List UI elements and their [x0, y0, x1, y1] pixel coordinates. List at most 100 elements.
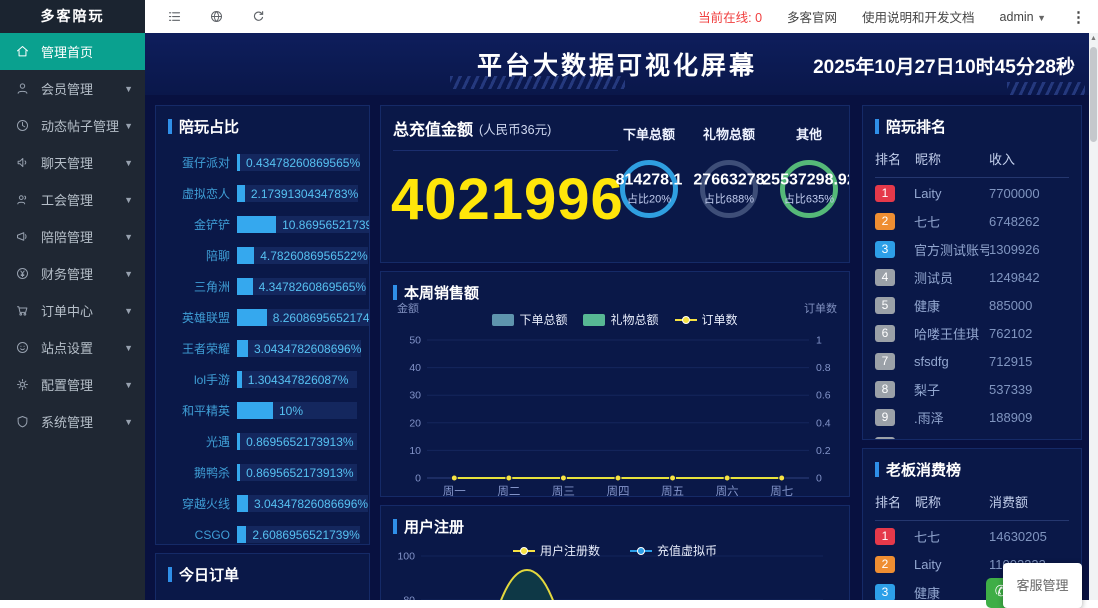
chevron-down-icon: ▼	[124, 194, 133, 205]
rank-name: sfsdfg	[914, 353, 949, 369]
clock-icon	[15, 118, 31, 134]
rank-row: 7 sfsdfg 712915	[875, 348, 1069, 374]
sidebar-item-label: 陪陪管理	[41, 230, 94, 245]
ratio-value: 0.8695652173913%	[246, 465, 354, 480]
rank-name: 健康	[914, 298, 941, 314]
ratio-row: 王者荣耀 3.0434782608696%	[168, 333, 362, 364]
rank-name: Laity	[914, 556, 942, 572]
rank-name: 健康	[914, 585, 941, 601]
svg-text:周四: 周四	[607, 485, 630, 497]
ratio-value: 0.8695652173913%	[246, 434, 354, 449]
title-bar-decor	[393, 285, 397, 300]
ratio-row: CSGO 2.6086956521739%	[168, 519, 360, 544]
ratio-label: 英雄联盟	[181, 311, 230, 325]
link-docs[interactable]: 使用说明和开发文档	[862, 7, 975, 26]
ratio-bar: 3.04347826086696%	[237, 495, 369, 512]
sidebar-item-chat[interactable]: 聊天管理 ▼	[0, 144, 145, 181]
rank-row: 10 adsf159871	[875, 432, 1069, 439]
stat-value: 27663278	[693, 171, 765, 189]
ratio-row: lol手游 1.304347826087%	[168, 364, 357, 395]
rank-value: 1309926	[989, 241, 1040, 257]
ratio-bar: 3.0434782608696%	[237, 340, 362, 357]
money-icon	[15, 266, 31, 282]
legend-item[interactable]: 用户注册数	[512, 542, 600, 559]
sidebar: 多客陪玩 管理首页 会员管理 ▼ 动态帖子管理 ▼ 聊天管理 ▼ 工会管理 ▼ 陪陪管理 ▼ 财务管理…	[0, 0, 145, 600]
ratio-row: 金铲铲 10.8695652173913%	[168, 209, 369, 240]
panel-user-registration: 用户注册 100 80 用户注册数 充值虚拟币	[380, 505, 850, 600]
rank-badge: 8	[875, 380, 895, 398]
boss-col-spend: 消费额	[989, 495, 1029, 510]
legend-item[interactable]: 礼物总额	[583, 311, 659, 328]
rank-row: 6 哈喽王佳琪 762102	[875, 320, 1069, 346]
rank-badge: 9	[875, 408, 895, 426]
ratio-bar: 8.2608695652174%	[237, 309, 369, 326]
left-axis-label: 金额	[397, 303, 419, 315]
sidebar-item-peipei[interactable]: 陪陪管理 ▼	[0, 218, 145, 255]
legend-item[interactable]: 订单数	[674, 311, 738, 328]
ratio-row: 和平精英 10%	[168, 395, 357, 426]
rank-badge: 7	[875, 352, 895, 370]
legend-label: 下单总额	[519, 313, 568, 327]
stat-value: 814278.1	[615, 171, 683, 189]
globe-icon[interactable]	[209, 9, 224, 24]
sidebar-item-home[interactable]: 管理首页	[0, 33, 145, 70]
rank-badge: 2	[875, 212, 895, 230]
online-status: 当前在线: 0	[698, 11, 763, 25]
title-bar-decor	[393, 519, 397, 534]
more-options-icon[interactable]: ⋮	[1071, 8, 1086, 26]
svg-text:周五: 周五	[661, 485, 684, 497]
sidebar-item-site[interactable]: 站点设置 ▼	[0, 329, 145, 366]
ratio-value: 10.8695652173913%	[282, 217, 369, 232]
sidebar-item-system[interactable]: 系统管理 ▼	[0, 403, 145, 440]
sidebar-item-finance[interactable]: 财务管理 ▼	[0, 255, 145, 292]
sidebar-item-guild[interactable]: 工会管理 ▼	[0, 181, 145, 218]
legend-item[interactable]: 充值虚拟币	[630, 542, 717, 559]
rank-row: 1 Laity 7700000	[875, 180, 1069, 206]
rank-col-rank: 排名	[875, 152, 902, 167]
divider	[393, 150, 618, 151]
recharge-subtitle: (人民币36元)	[479, 122, 552, 137]
ratio-value: 2.6086956521739%	[252, 527, 360, 542]
sidebar-item-label: 动态帖子管理	[41, 119, 120, 134]
stat-ratio: 占比635%	[783, 193, 835, 206]
rank-value: 885000	[989, 297, 1033, 313]
recharge-title: 总充值金额	[393, 122, 474, 139]
svg-text:40: 40	[409, 362, 421, 374]
sidebar-item-orders[interactable]: 订单中心 ▼	[0, 292, 145, 329]
svg-text:0.4: 0.4	[816, 417, 831, 429]
svg-text:0.6: 0.6	[816, 390, 831, 402]
chevron-down-icon: ▼	[124, 268, 133, 279]
chevron-down-icon: ▼	[124, 416, 133, 427]
stat-label: 下单总额	[622, 127, 675, 142]
panel-total-recharge: 总充值金额 (人民币36元) 4021996 下单总额 814278.1 占比20%…	[380, 105, 850, 263]
user-menu[interactable]: admin ▼	[1000, 10, 1046, 24]
chevron-down-icon: ▼	[124, 305, 133, 316]
link-official-site[interactable]: 多客官网	[787, 7, 837, 26]
chevron-down-icon: ▼	[124, 379, 133, 390]
sidebar-item-config[interactable]: 配置管理 ▼	[0, 366, 145, 403]
title-bar-decor	[875, 462, 879, 477]
ratio-bar: 2.1739130434783%	[237, 185, 359, 202]
ratio-label: 陪聊	[205, 249, 230, 263]
sidebar-item-posts[interactable]: 动态帖子管理 ▼	[0, 107, 145, 144]
refresh-icon[interactable]	[251, 9, 266, 24]
scrollbar-thumb[interactable]	[1090, 47, 1097, 142]
sidebar-item-members[interactable]: 会员管理 ▼	[0, 70, 145, 107]
gear-icon	[15, 377, 31, 393]
vertical-scrollbar[interactable]: ▲	[1089, 33, 1098, 600]
rank-value: 712915	[989, 353, 1033, 369]
legend-item[interactable]: 下单总额	[492, 311, 567, 328]
customer-service-popup[interactable]: 客服管理	[1003, 563, 1082, 608]
sidebar-item-label: 管理首页	[41, 45, 94, 60]
rank-badge: 1	[875, 527, 895, 545]
rank-col-name: 昵称	[915, 152, 942, 167]
rank-value: 1249842	[989, 269, 1040, 285]
sidebar-item-label: 系统管理	[41, 415, 94, 430]
sidebar-item-label: 工会管理	[41, 193, 94, 208]
collapse-menu-icon[interactable]	[167, 9, 182, 24]
rank-row: 9 .雨泽 188909	[875, 404, 1069, 430]
scroll-up-icon[interactable]: ▲	[1089, 33, 1098, 45]
legend-label: 礼物总额	[610, 313, 659, 327]
ratio-value: 4.7826086956522%	[260, 248, 368, 263]
panel-peiwan-ratio: 陪玩占比 蛋仔派对 0.43478260869565% 虚拟恋人 2.17391304…	[155, 105, 370, 545]
